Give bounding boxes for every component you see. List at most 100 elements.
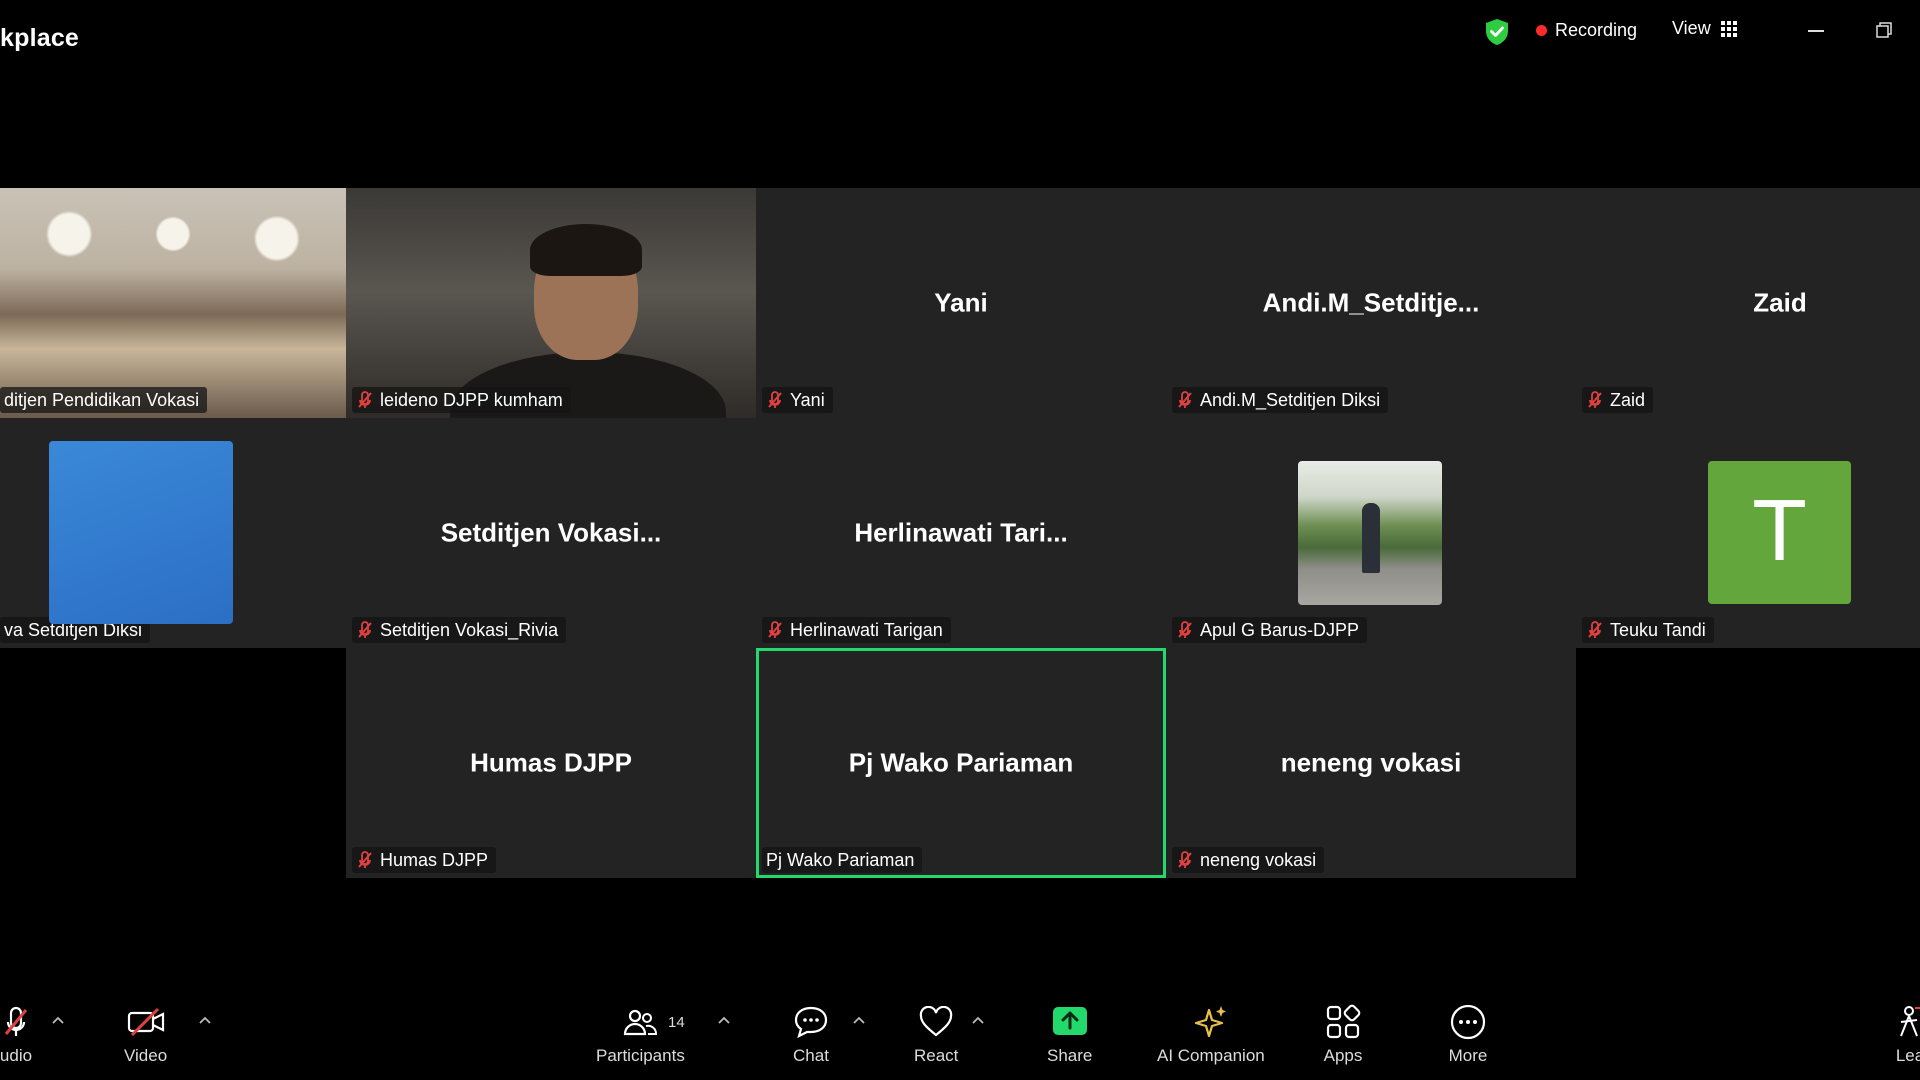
participant-name-tag: Apul G Barus-DJPP — [1172, 617, 1368, 643]
participants-count: 14 — [668, 1014, 685, 1031]
participant-tile[interactable]: Setditjen Vokasi... Setditjen Vokasi_Riv… — [346, 418, 756, 648]
recording-dot-icon — [1536, 25, 1547, 36]
participant-tile[interactable]: Herlinawati Tari... Herlinawati Tarigan — [756, 418, 1166, 648]
participant-display-name: Yani — [934, 287, 988, 318]
participant-tile-video[interactable]: leideno DJPP kumham — [346, 188, 756, 418]
share-button[interactable]: Share — [1047, 1002, 1092, 1066]
participant-name: Yani — [790, 389, 825, 410]
chevron-up-icon[interactable] — [718, 1016, 730, 1024]
mic-muted-icon — [358, 621, 372, 638]
ai-companion-button[interactable]: AI Companion — [1157, 1002, 1265, 1066]
share-screen-icon — [1050, 1002, 1090, 1042]
shield-check-icon[interactable] — [1484, 18, 1510, 46]
recording-label: Recording — [1555, 20, 1638, 40]
participant-name-tag: Andi.M_Setditjen Diksi — [1172, 387, 1389, 413]
more-button[interactable]: More — [1448, 1002, 1488, 1066]
video-person-hair — [530, 224, 642, 276]
photo-person — [1362, 503, 1380, 573]
video-button[interactable]: Video — [124, 1002, 167, 1066]
audio-button[interactable]: udio — [0, 1002, 36, 1066]
mic-muted-icon — [1178, 851, 1192, 868]
audio-label: udio — [0, 1046, 33, 1065]
participant-tile[interactable]: Yani Yani — [756, 188, 1166, 418]
participant-tile[interactable]: Apul G Barus-DJPP — [1166, 418, 1576, 648]
participant-name: Pj Wako Pariaman — [766, 849, 915, 870]
participant-display-name: Setditjen Vokasi... — [440, 517, 662, 548]
mic-muted-icon — [768, 621, 782, 638]
chat-button[interactable]: Chat — [791, 1002, 831, 1066]
heart-icon — [916, 1002, 956, 1042]
participant-tile[interactable]: neneng vokasi neneng vokasi — [1166, 648, 1576, 878]
view-label: View — [1672, 18, 1711, 38]
video-off-icon — [126, 1002, 166, 1042]
participant-name: Apul G Barus-DJPP — [1200, 619, 1360, 640]
mic-muted-icon — [0, 1002, 36, 1042]
app-title: kplace — [0, 24, 80, 52]
chevron-up-icon[interactable] — [199, 1016, 211, 1024]
grid-view-icon — [1720, 20, 1737, 37]
participant-tile[interactable]: Andi.M_Setditje... Andi.M_Setditjen Diks… — [1166, 188, 1576, 418]
participant-tile-active-speaker[interactable]: Pj Wako Pariaman Pj Wako Pariaman — [756, 648, 1166, 878]
minimize-icon[interactable] — [1808, 30, 1824, 32]
participant-name: Herlinawati Tarigan — [790, 619, 943, 640]
participant-name-tag: Pj Wako Pariaman — [762, 847, 923, 873]
participant-avatar-image — [49, 441, 233, 624]
chevron-up-icon[interactable] — [853, 1016, 865, 1024]
participant-name-tag: neneng vokasi — [1172, 847, 1325, 873]
participant-display-name: Andi.M_Setditje... — [1262, 287, 1480, 318]
leave-button[interactable]: Lea — [1890, 1002, 1920, 1066]
participant-tile[interactable]: Zaid Zaid — [1576, 188, 1920, 418]
participant-tile[interactable]: Humas DJPP Humas DJPP — [346, 648, 756, 878]
participant-display-name: Humas DJPP — [470, 747, 632, 778]
sparkle-icon — [1191, 1002, 1231, 1042]
chat-icon — [791, 1002, 831, 1042]
participant-display-name: Herlinawati Tari... — [854, 517, 1068, 548]
chevron-up-icon[interactable] — [52, 1016, 64, 1024]
meeting-toolbar: udio Video Participants 14 Chat React Sh… — [0, 994, 1920, 1080]
mic-muted-icon — [1178, 621, 1192, 638]
participant-name-tag: leideno DJPP kumham — [352, 387, 571, 413]
participant-name: Setditjen Vokasi_Rivia — [380, 619, 559, 640]
participant-profile-photo — [1298, 461, 1442, 605]
apps-label: Apps — [1323, 1046, 1363, 1065]
participant-name: Humas DJPP — [380, 849, 489, 870]
more-label: More — [1448, 1046, 1488, 1065]
participants-button[interactable]: Participants — [596, 1002, 685, 1066]
participant-name: ditjen Pendidikan Vokasi — [4, 389, 200, 410]
participant-name: Andi.M_Setditjen Diksi — [1200, 389, 1381, 410]
participant-tile[interactable]: T Teuku Tandi — [1576, 418, 1920, 648]
participant-name: Zaid — [1610, 389, 1646, 410]
top-bar: kplace Recording View — [0, 0, 1920, 66]
participant-name-tag: Yani — [762, 387, 833, 413]
participant-display-name: Pj Wako Pariaman — [848, 747, 1074, 778]
mic-muted-icon — [358, 851, 372, 868]
participant-name-tag: Setditjen Vokasi_Rivia — [352, 617, 567, 643]
chat-label: Chat — [793, 1046, 829, 1065]
participant-display-name: neneng vokasi — [1280, 747, 1462, 778]
react-button[interactable]: React — [914, 1002, 958, 1066]
participant-name-tag: Teuku Tandi — [1582, 617, 1714, 643]
leave-label: Lea — [1895, 1046, 1920, 1065]
share-label: Share — [1047, 1046, 1093, 1065]
participant-name: leideno DJPP kumham — [380, 389, 563, 410]
participant-name: Teuku Tandi — [1610, 619, 1706, 640]
mic-muted-icon — [1588, 391, 1602, 408]
participants-label: Participants — [596, 1046, 685, 1065]
video-label: Video — [124, 1046, 168, 1065]
participant-tile-video[interactable]: ditjen Pendidikan Vokasi — [0, 188, 346, 418]
more-options-icon — [1448, 1002, 1488, 1042]
mic-muted-icon — [1588, 621, 1602, 638]
apps-icon — [1323, 1002, 1363, 1042]
chevron-up-icon[interactable] — [972, 1016, 984, 1024]
ai-companion-label: AI Companion — [1157, 1046, 1265, 1065]
participant-name: neneng vokasi — [1200, 849, 1317, 870]
mic-muted-icon — [768, 391, 782, 408]
restore-window-icon[interactable] — [1876, 22, 1892, 38]
mic-muted-icon — [358, 391, 372, 408]
participant-name-tag: Zaid — [1582, 387, 1654, 413]
participants-icon — [620, 1002, 660, 1042]
view-button[interactable]: View — [1672, 18, 1737, 39]
recording-indicator[interactable]: Recording — [1536, 20, 1637, 41]
apps-button[interactable]: Apps — [1323, 1002, 1363, 1066]
participant-name-tag: Humas DJPP — [352, 847, 497, 873]
